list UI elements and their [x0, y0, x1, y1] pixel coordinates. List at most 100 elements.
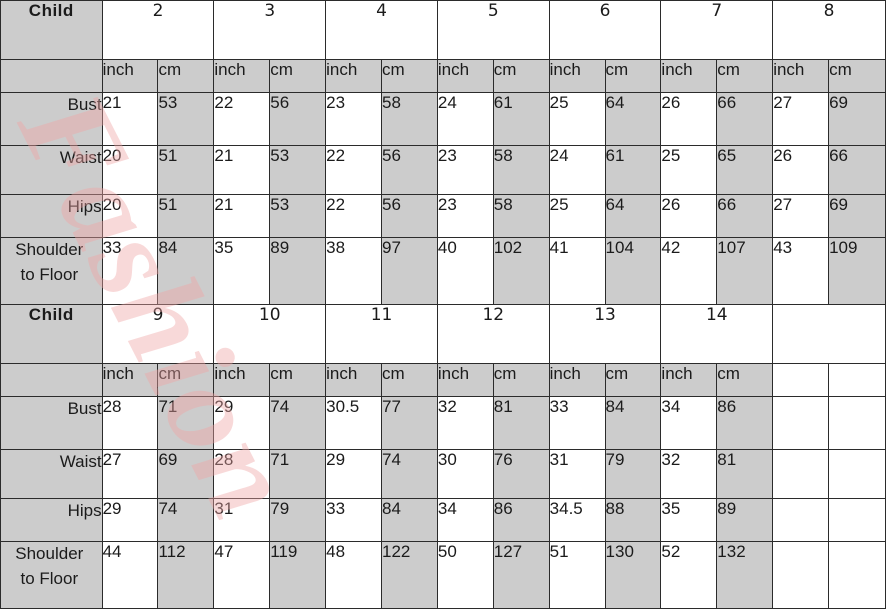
unit-inch: inch [548, 363, 606, 397]
row-label-shoulder-to-floor: Shoulder to Floor [0, 237, 103, 305]
empty-cell [828, 449, 886, 499]
cell-hips-inch: 20 [101, 194, 159, 238]
cell-shoulder-inch: 47 [213, 541, 271, 609]
row-label-waist: Waist [0, 449, 103, 499]
unit-cm: cm [716, 59, 774, 93]
unit-cm: cm [492, 363, 550, 397]
cell-bust-cm: 61 [492, 92, 550, 146]
unit-inch: inch [660, 59, 718, 93]
cell-waist-inch: 26 [772, 145, 830, 195]
cell-shoulder-cm: 104 [604, 237, 662, 305]
cell-shoulder-cm: 122 [381, 541, 438, 609]
cell-shoulder-cm: 112 [157, 541, 215, 609]
unit-cm: cm [157, 363, 215, 397]
cell-hips-cm: 51 [157, 194, 215, 238]
size-chart-table: Child 2 3 4 5 6 7 8 inch cm inch cm inch… [0, 0, 886, 609]
cell-waist-inch: 23 [436, 145, 494, 195]
cell-bust-cm: 81 [492, 396, 550, 450]
row-label-line1: Shoulder [15, 240, 84, 259]
cell-waist-cm: 69 [157, 449, 215, 499]
cell-waist-inch: 31 [548, 449, 606, 499]
cell-hips-inch: 34 [436, 498, 494, 542]
cell-bust-inch: 23 [325, 92, 382, 146]
unit-cm: cm [269, 363, 327, 397]
cell-shoulder-inch: 38 [325, 237, 382, 305]
size-header-10: 10 [213, 304, 327, 364]
cell-waist-cm: 81 [716, 449, 774, 499]
unit-cm: cm [381, 59, 438, 93]
empty-unit-cell [772, 363, 830, 397]
cell-shoulder-cm: 107 [716, 237, 774, 305]
cell-waist-inch: 21 [213, 145, 271, 195]
cell-waist-cm: 58 [492, 145, 550, 195]
cell-waist-inch: 27 [101, 449, 159, 499]
size-header-8: 8 [772, 0, 886, 60]
cell-shoulder-cm: 119 [269, 541, 327, 609]
cell-shoulder-inch: 51 [548, 541, 606, 609]
size-header-5: 5 [436, 0, 550, 60]
cell-bust-cm: 71 [157, 396, 215, 450]
brand-label-bottom: Child [0, 304, 103, 364]
size-chart-sheet: Fashion Child 2 3 4 5 6 7 8 inch cm inch… [0, 0, 886, 609]
cell-hips-cm: 64 [604, 194, 662, 238]
unit-cm: cm [492, 59, 550, 93]
cell-bust-inch: 26 [660, 92, 718, 146]
cell-shoulder-cm: 97 [381, 237, 438, 305]
size-header-4: 4 [325, 0, 438, 60]
cell-hips-inch: 35 [660, 498, 718, 542]
cell-waist-cm: 76 [492, 449, 550, 499]
table-row: inch cm inch cm inch cm inch cm inch cm … [0, 59, 886, 93]
cell-waist-inch: 22 [325, 145, 382, 195]
cell-bust-cm: 56 [269, 92, 327, 146]
row-label-hips: Hips [0, 498, 103, 542]
size-header-11: 11 [325, 304, 438, 364]
size-header-14: 14 [660, 304, 774, 364]
table-row: Hips 29 74 31 79 33 84 34 86 34.5 88 35 … [0, 498, 886, 542]
cell-shoulder-inch: 33 [101, 237, 159, 305]
cell-shoulder-cm: 89 [269, 237, 327, 305]
cell-shoulder-inch: 50 [436, 541, 494, 609]
cell-bust-inch: 28 [101, 396, 159, 450]
table-row: Waist 27 69 28 71 29 74 30 76 31 79 32 8… [0, 449, 886, 499]
cell-waist-cm: 53 [269, 145, 327, 195]
table-row: Bust 21 53 22 56 23 58 24 61 25 64 26 66… [0, 92, 886, 146]
table-row: Child 9 10 11 12 13 14 [0, 304, 886, 364]
cell-hips-inch: 33 [325, 498, 382, 542]
cell-shoulder-inch: 35 [213, 237, 271, 305]
cell-shoulder-inch: 43 [772, 237, 830, 305]
cell-bust-inch: 30.5 [325, 396, 382, 450]
cell-shoulder-cm: 109 [828, 237, 886, 305]
cell-waist-inch: 29 [325, 449, 382, 499]
table-row: Hips 20 51 21 53 22 56 23 58 25 64 26 66… [0, 194, 886, 238]
size-header-6: 6 [548, 0, 662, 60]
cell-shoulder-cm: 84 [157, 237, 215, 305]
cell-bust-cm: 77 [381, 396, 438, 450]
cell-bust-cm: 58 [381, 92, 438, 146]
cell-shoulder-inch: 48 [325, 541, 382, 609]
row-label-line1: Shoulder [15, 544, 84, 563]
empty-cell [828, 541, 886, 609]
unit-inch: inch [213, 59, 271, 93]
row-label-shoulder-to-floor: Shoulder to Floor [0, 541, 103, 609]
cell-shoulder-cm: 130 [604, 541, 662, 609]
cell-bust-cm: 86 [716, 396, 774, 450]
cell-waist-inch: 30 [436, 449, 494, 499]
row-label-bust: Bust [0, 396, 103, 450]
unit-cm: cm [269, 59, 327, 93]
cell-bust-cm: 53 [157, 92, 215, 146]
unit-inch: inch [325, 59, 382, 93]
cell-bust-inch: 34 [660, 396, 718, 450]
cell-bust-cm: 74 [269, 396, 327, 450]
table-row: Child 2 3 4 5 6 7 8 [0, 0, 886, 60]
cell-shoulder-inch: 44 [101, 541, 159, 609]
row-label-hips: Hips [0, 194, 103, 238]
cell-shoulder-cm: 102 [492, 237, 550, 305]
cell-hips-cm: 86 [492, 498, 550, 542]
unit-inch: inch [436, 363, 494, 397]
empty-header-cell [772, 304, 886, 364]
row-label-bust: Bust [0, 92, 103, 146]
cell-waist-cm: 79 [604, 449, 662, 499]
cell-hips-cm: 58 [492, 194, 550, 238]
table-row: Shoulder to Floor 33 84 35 89 38 97 40 1… [0, 237, 886, 305]
table-row: inch cm inch cm inch cm inch cm inch cm … [0, 363, 886, 397]
